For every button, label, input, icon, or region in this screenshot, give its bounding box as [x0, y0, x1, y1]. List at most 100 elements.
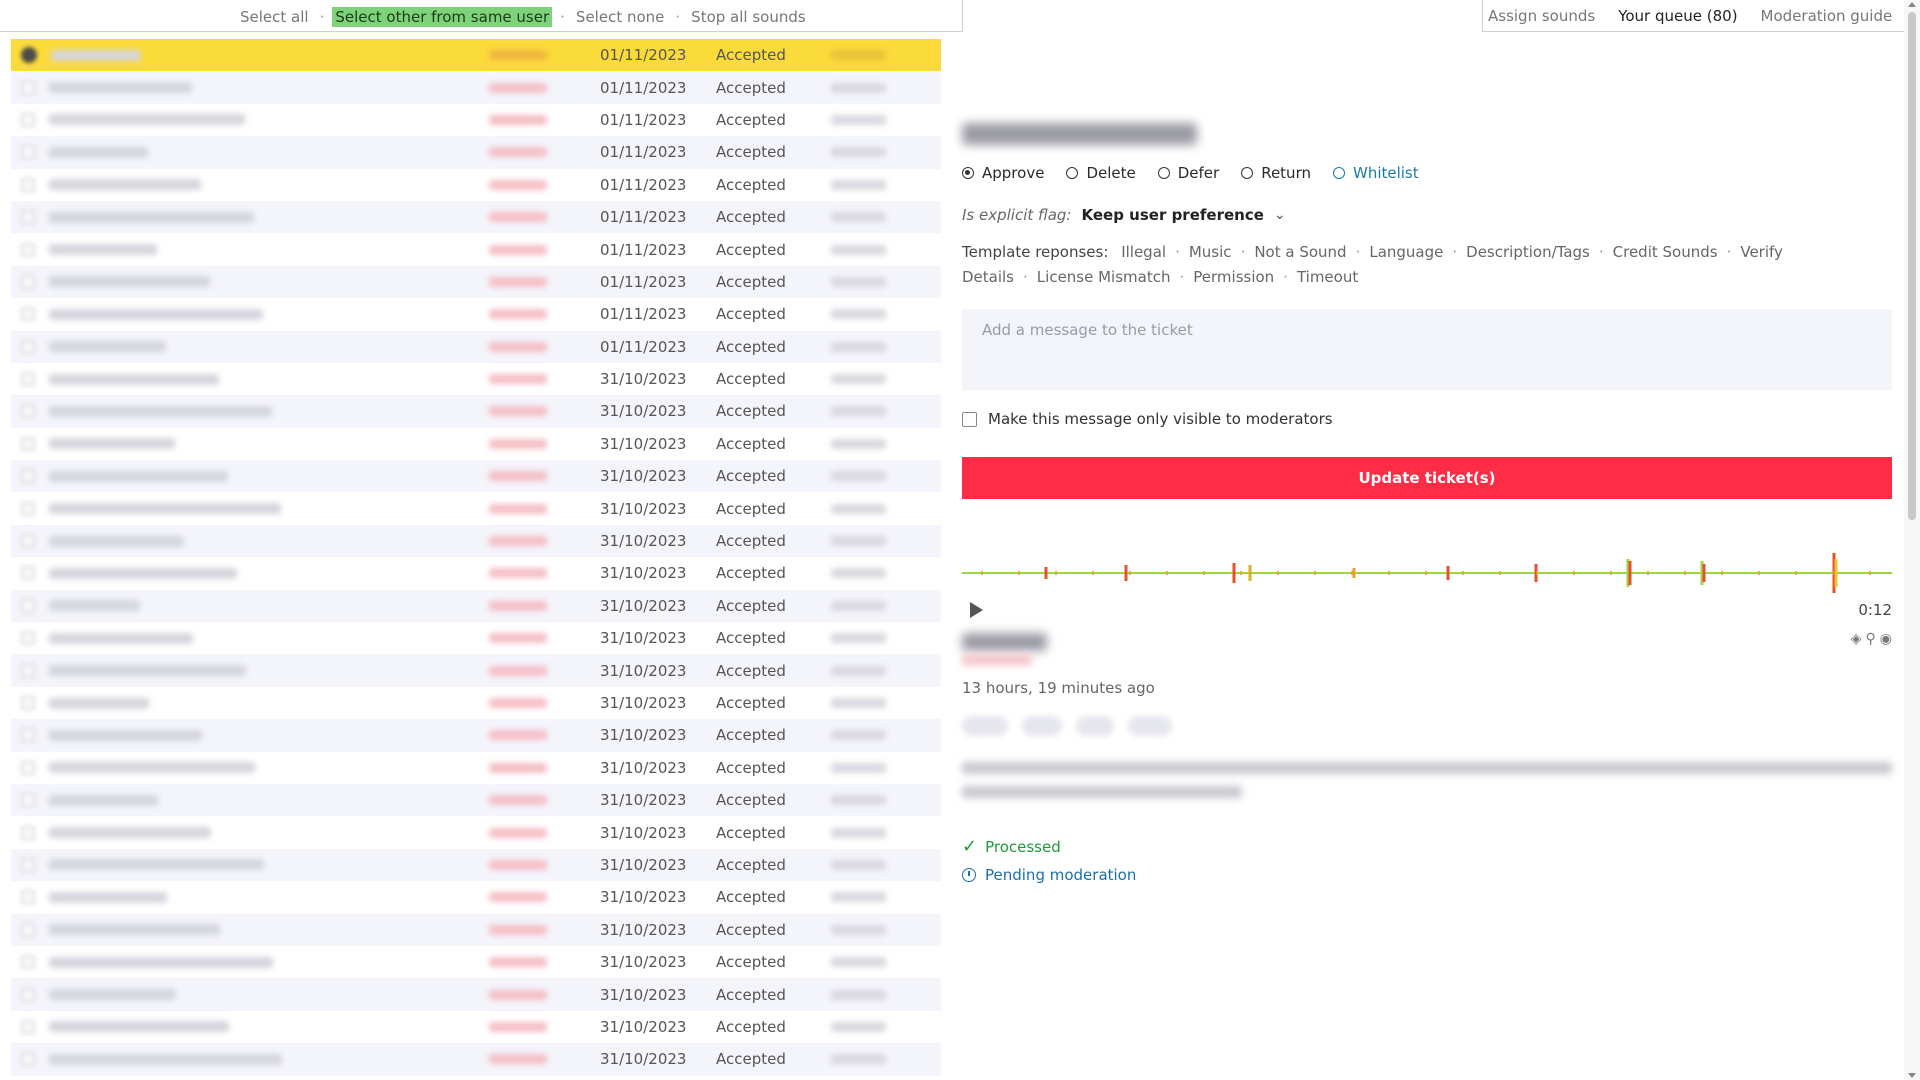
action-radio-whitelist[interactable]: Whitelist: [1332, 164, 1419, 182]
ticket-row-checkbox[interactable]: [21, 825, 35, 840]
ticket-row-checkbox[interactable]: [21, 987, 35, 1002]
sound-waveform[interactable]: [962, 549, 1892, 597]
chevron-down-icon[interactable]: ⌄: [1274, 207, 1286, 223]
ticket-row-checkbox[interactable]: [21, 307, 35, 322]
ticket-row[interactable]: 31/10/2023 Accepted: [11, 654, 941, 687]
ticket-row[interactable]: 01/11/2023 Accepted: [11, 39, 941, 72]
radio-icon[interactable]: [1241, 167, 1254, 179]
ticket-row-checkbox[interactable]: [21, 922, 35, 937]
ticket-row[interactable]: 01/11/2023 Accepted: [11, 298, 941, 331]
ticket-row-checkbox[interactable]: [21, 631, 35, 646]
ticket-row-checkbox[interactable]: [21, 436, 35, 451]
template-language[interactable]: Language: [1369, 243, 1443, 261]
scrollbar-thumb[interactable]: [1908, 12, 1916, 520]
ticket-row[interactable]: 31/10/2023 Accepted: [11, 492, 941, 525]
stop-all-sounds-link[interactable]: Stop all sounds: [688, 8, 809, 26]
radio-icon[interactable]: [1066, 167, 1079, 179]
select-none-link[interactable]: Select none: [573, 8, 667, 26]
ticket-row-checkbox[interactable]: [21, 339, 35, 354]
ticket-row[interactable]: 31/10/2023 Accepted: [11, 848, 941, 882]
ticket-row[interactable]: 31/10/2023 Accepted: [11, 524, 941, 558]
ticket-row[interactable]: 31/10/2023 Accepted: [11, 913, 941, 946]
action-radio-defer[interactable]: Defer: [1157, 164, 1219, 182]
moderators-only-checkbox[interactable]: [962, 411, 977, 427]
action-radio-approve[interactable]: Approve: [962, 164, 1044, 182]
ticket-row-checkbox[interactable]: [21, 80, 35, 95]
template-timeout[interactable]: Timeout: [1297, 268, 1358, 286]
radio-icon[interactable]: [962, 167, 974, 179]
ticket-row-checkbox[interactable]: [21, 890, 35, 905]
action-radio-delete[interactable]: Delete: [1066, 164, 1136, 182]
ticket-row-checkbox[interactable]: [21, 728, 35, 743]
ticket-row[interactable]: 31/10/2023 Accepted: [11, 686, 941, 720]
ticket-row-checkbox[interactable]: [21, 857, 35, 872]
ticket-row-checkbox[interactable]: [21, 598, 35, 613]
page-scrollbar[interactable]: [1904, 0, 1920, 1080]
radio-icon[interactable]: [1157, 167, 1170, 179]
ticket-row[interactable]: 31/10/2023 Accepted: [11, 557, 941, 590]
ticket-row-checkbox[interactable]: [21, 274, 35, 289]
action-radio-return[interactable]: Return: [1241, 164, 1311, 182]
play-icon[interactable]: [970, 602, 983, 618]
ticket-row[interactable]: 01/11/2023 Accepted: [11, 136, 941, 169]
ticket-row[interactable]: 01/11/2023 Accepted: [11, 265, 941, 299]
ticket-row-checkbox[interactable]: [21, 145, 35, 160]
ticket-row[interactable]: 31/10/2023 Accepted: [11, 719, 941, 752]
template-permission[interactable]: Permission: [1193, 268, 1274, 286]
ticket-row-checkbox[interactable]: [21, 696, 35, 710]
scroll-down-icon[interactable]: [1908, 1073, 1916, 1078]
ticket-row-checkbox[interactable]: [21, 501, 35, 516]
ticket-row-checkbox[interactable]: [21, 210, 35, 225]
ticket-row-checkbox[interactable]: [21, 372, 35, 387]
ticket-row-checkbox[interactable]: [21, 1019, 35, 1034]
ticket-row[interactable]: 31/10/2023 Accepted: [11, 460, 941, 493]
ticket-row-checkbox[interactable]: [21, 760, 35, 775]
template-license-mismatch[interactable]: License Mismatch: [1037, 268, 1171, 286]
ticket-row-checkbox[interactable]: [21, 47, 37, 64]
ticket-row[interactable]: 01/11/2023 Accepted: [11, 200, 941, 234]
ticket-row-checkbox[interactable]: [21, 955, 35, 970]
ticket-row[interactable]: 31/10/2023 Accepted: [11, 427, 941, 461]
update-tickets-button[interactable]: Update ticket(s): [962, 457, 1892, 499]
panel-title-redacted: [962, 123, 1197, 145]
ticket-row[interactable]: 01/11/2023 Accepted: [11, 168, 941, 201]
ticket-row[interactable]: 31/10/2023 Accepted: [11, 589, 941, 623]
ticket-row[interactable]: 31/10/2023 Accepted: [11, 945, 941, 979]
ticket-message-input[interactable]: [962, 309, 1892, 390]
ticket-row-checkbox[interactable]: [21, 663, 35, 678]
ticket-row[interactable]: 31/10/2023 Accepted: [11, 978, 941, 1011]
template-not-a-sound[interactable]: Not a Sound: [1254, 243, 1346, 261]
ticket-row-checkbox[interactable]: [21, 534, 35, 549]
ticket-row-checkbox[interactable]: [21, 469, 35, 484]
ticket-row[interactable]: 31/10/2023 Accepted: [11, 751, 941, 784]
explicit-flag-select[interactable]: Keep user preference: [1082, 206, 1264, 224]
ticket-row[interactable]: 01/11/2023 Accepted: [11, 330, 941, 363]
ticket-row[interactable]: 31/10/2023 Accepted: [11, 395, 941, 428]
ticket-row[interactable]: 31/10/2023 Accepted: [11, 1010, 941, 1044]
select-all-link[interactable]: Select all: [237, 8, 312, 26]
ticket-row[interactable]: 31/10/2023 Accepted: [11, 881, 941, 914]
scroll-up-icon[interactable]: [1908, 2, 1916, 7]
ticket-row[interactable]: 31/10/2023 Accepted: [11, 816, 941, 849]
ticket-row[interactable]: 31/10/2023 Accepted: [11, 783, 941, 817]
ticket-row-checkbox[interactable]: [21, 566, 35, 581]
ticket-row-checkbox[interactable]: [21, 404, 35, 419]
template-description-tags[interactable]: Description/Tags: [1466, 243, 1590, 261]
ticket-row-checkbox[interactable]: [21, 793, 35, 808]
ticket-row[interactable]: 01/11/2023 Accepted: [11, 71, 941, 104]
ticket-row[interactable]: 31/10/2023 Accepted: [11, 1043, 941, 1076]
template-music[interactable]: Music: [1189, 243, 1232, 261]
ticket-row-checkbox[interactable]: [21, 242, 35, 257]
select-other-same-user-link[interactable]: Select other from same user: [332, 7, 553, 27]
radio-icon[interactable]: [1332, 167, 1345, 179]
ticket-status: Accepted: [716, 1017, 786, 1036]
template-illegal[interactable]: Illegal: [1121, 243, 1166, 261]
ticket-row-checkbox[interactable]: [21, 1052, 35, 1067]
template-credit-sounds[interactable]: Credit Sounds: [1613, 243, 1718, 261]
ticket-row[interactable]: 01/11/2023 Accepted: [11, 233, 941, 266]
ticket-row-checkbox[interactable]: [21, 112, 35, 127]
ticket-row[interactable]: 31/10/2023 Accepted: [11, 622, 941, 655]
ticket-row-checkbox[interactable]: [21, 177, 35, 192]
ticket-row[interactable]: 31/10/2023 Accepted: [11, 362, 941, 396]
ticket-row[interactable]: 01/11/2023 Accepted: [11, 103, 941, 137]
